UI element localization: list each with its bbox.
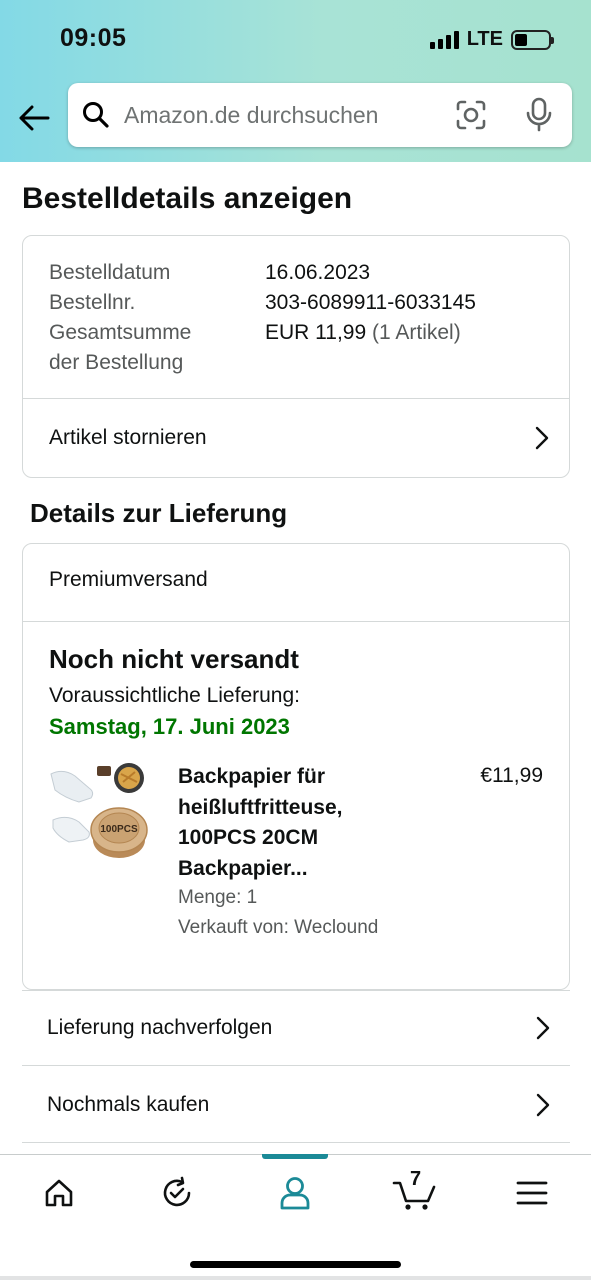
camera-scan-icon[interactable] bbox=[455, 99, 487, 136]
microphone-icon[interactable] bbox=[525, 97, 553, 138]
track-delivery-label: Lieferung nachverfolgen bbox=[47, 1016, 273, 1039]
search-bar[interactable] bbox=[68, 83, 572, 147]
delivery-section-title: Details zur Lieferung bbox=[30, 498, 288, 528]
order-total-label: Gesamtsumme bbox=[49, 321, 192, 344]
signal-icon bbox=[429, 30, 459, 49]
order-total-value: EUR 11,99 bbox=[265, 321, 367, 344]
order-date-row: Bestelldatum 16.06.2023 bbox=[49, 258, 476, 288]
order-number-label: Bestellnr. bbox=[49, 291, 136, 314]
order-date-value: 16.06.2023 bbox=[265, 261, 371, 284]
header: 09:05 LTE bbox=[0, 0, 591, 162]
product-title-line: 100PCS 20CM bbox=[178, 826, 319, 849]
home-icon bbox=[45, 1179, 73, 1207]
order-item-count: (1 Artikel) bbox=[372, 321, 461, 344]
product-title[interactable]: Backpapier für heißluftfritteuse, 100PCS… bbox=[178, 762, 418, 884]
order-info: Bestelldatum 16.06.2023 Bestellnr. 303-6… bbox=[49, 258, 476, 378]
status-indicators: LTE bbox=[429, 28, 554, 51]
tab-home[interactable] bbox=[34, 1170, 84, 1216]
tab-account[interactable] bbox=[270, 1170, 320, 1216]
refresh-icon bbox=[163, 1176, 191, 1207]
track-delivery-link[interactable]: Lieferung nachverfolgen bbox=[22, 990, 570, 1066]
chevron-right-icon bbox=[536, 1016, 550, 1040]
delivery-card: Premiumversand Noch nicht versandt Vorau… bbox=[22, 543, 570, 990]
back-button[interactable] bbox=[14, 98, 54, 138]
product-title-line: heißluftfritteuse, bbox=[178, 795, 343, 819]
shipment-status: Noch nicht versandt bbox=[49, 644, 299, 674]
page-title: Bestelldetails anzeigen bbox=[22, 182, 353, 215]
expected-delivery-date: Samstag, 17. Juni 2023 bbox=[49, 714, 290, 739]
buy-again-link[interactable]: Nochmals kaufen bbox=[22, 1067, 570, 1143]
menu-icon bbox=[516, 1181, 548, 1205]
order-date-label: Bestelldatum bbox=[49, 261, 171, 284]
status-time: 09:05 bbox=[60, 24, 127, 52]
divider bbox=[23, 621, 569, 622]
product-seller: Verkauft von: Weclound bbox=[178, 917, 379, 938]
order-number-row: Bestellnr. 303-6089911-6033145 bbox=[49, 288, 476, 318]
network-label: LTE bbox=[466, 28, 503, 50]
order-summary-card: Bestelldatum 16.06.2023 Bestellnr. 303-6… bbox=[22, 235, 570, 478]
order-number-value: 303-6089911-6033145 bbox=[265, 291, 476, 314]
tab-menu[interactable] bbox=[507, 1170, 557, 1216]
search-icon bbox=[82, 100, 112, 130]
tab-cart[interactable]: 7 bbox=[388, 1168, 442, 1216]
tab-reorder[interactable] bbox=[152, 1170, 202, 1216]
product-title-line: Backpapier für bbox=[178, 765, 326, 788]
product-price: €11,99 bbox=[480, 764, 543, 787]
product-quantity: Menge: 1 bbox=[178, 887, 258, 908]
shipping-type: Premiumversand bbox=[49, 568, 208, 591]
active-tab-indicator bbox=[262, 1154, 328, 1159]
expected-delivery-label: Voraussichtliche Lieferung: bbox=[49, 684, 300, 707]
order-total-row-2: der Bestellung bbox=[49, 348, 476, 378]
cancel-items-link[interactable]: Artikel stornieren bbox=[49, 398, 549, 478]
home-indicator[interactable] bbox=[190, 1261, 401, 1268]
frame-edge bbox=[0, 1276, 591, 1280]
order-total-label-2: der Bestellung bbox=[49, 351, 184, 374]
product-image[interactable]: 100PCS bbox=[49, 762, 155, 862]
order-total-row: Gesamtsumme EUR 11,99 (1 Artikel) bbox=[49, 318, 476, 348]
product-title-line: Backpapier... bbox=[178, 856, 308, 880]
arrow-left-icon bbox=[19, 105, 50, 131]
buy-again-label: Nochmals kaufen bbox=[47, 1092, 210, 1116]
product-image-badge: 100PCS bbox=[100, 824, 138, 835]
chevron-right-icon bbox=[535, 426, 549, 450]
chevron-right-icon bbox=[536, 1093, 550, 1116]
battery-icon bbox=[511, 29, 554, 50]
cancel-items-label: Artikel stornieren bbox=[49, 426, 207, 449]
search-input[interactable] bbox=[124, 101, 434, 129]
account-icon bbox=[280, 1177, 310, 1210]
cart-count-badge: 7 bbox=[410, 1168, 422, 1190]
